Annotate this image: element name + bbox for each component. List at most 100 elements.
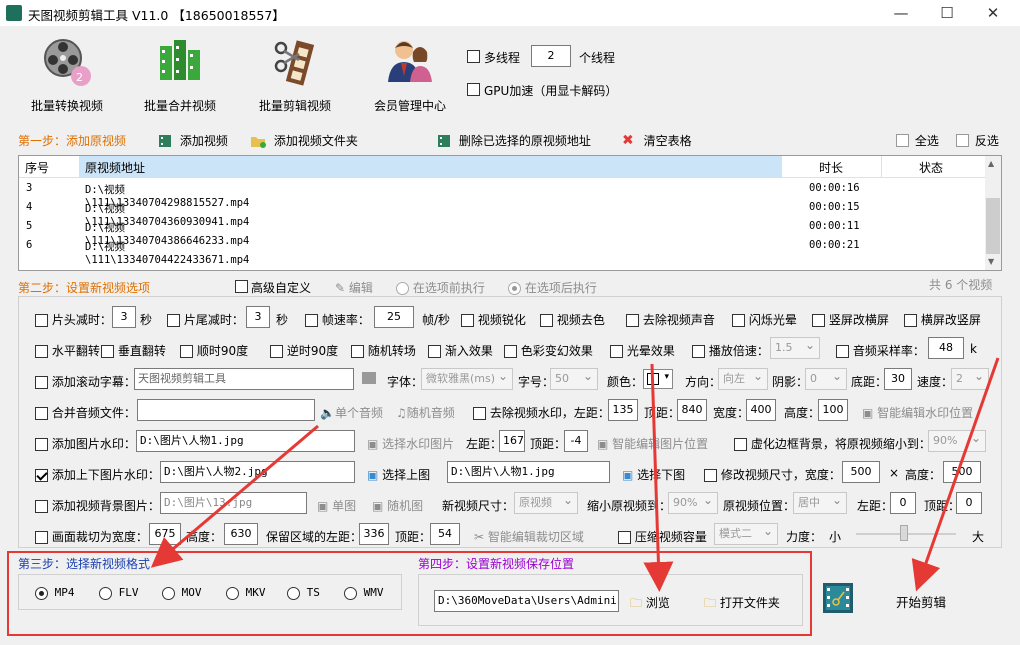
compress-option[interactable]: 压缩视频容量 xyxy=(618,528,707,545)
v2h-option[interactable]: 竖屏改横屏 xyxy=(812,311,889,328)
scroll-thumb[interactable] xyxy=(986,198,1000,254)
maximize-button[interactable]: ☐ xyxy=(924,0,970,26)
sub-speed-dropdown[interactable]: 2 xyxy=(951,366,989,390)
invert-select-button[interactable]: 反选 xyxy=(956,132,1006,149)
crop-width-input[interactable]: 675 xyxy=(149,523,181,545)
table-scrollbar[interactable]: ▲ ▼ xyxy=(985,156,1001,270)
single-audio-button[interactable]: 🔈单个音频 xyxy=(320,404,383,421)
edit-button[interactable]: ✎ 编辑 xyxy=(335,279,373,296)
updown-wm-option[interactable]: 添加上下图片水印： xyxy=(35,466,160,483)
scroll-sub-input[interactable]: 天图视频剪辑工具 xyxy=(134,368,354,390)
strength-slider-thumb[interactable] xyxy=(900,525,908,541)
hflip-option[interactable]: 水平翻转 xyxy=(35,342,100,359)
img-wm-path-input[interactable]: D:\图片\人物1.jpg xyxy=(136,430,355,452)
new-size-dropdown[interactable]: 原视频 xyxy=(514,490,578,514)
scroll-down-icon[interactable]: ▼ xyxy=(988,257,994,266)
select-up-button[interactable]: ▣ 选择上图 xyxy=(367,466,430,483)
h2v-option[interactable]: 横屏改竖屏 xyxy=(904,311,981,328)
smart-crop-button[interactable]: ✂ 智能编辑裁切区域 xyxy=(474,528,584,545)
close-button[interactable]: ✕ xyxy=(970,0,1016,26)
remove-wm-option[interactable]: 去除视频水印，左距： xyxy=(473,404,610,421)
header-no[interactable]: 序号 xyxy=(25,159,49,176)
merge-audio-input[interactable] xyxy=(137,399,315,421)
batch-edit-button[interactable]: 批量剪辑视频 xyxy=(245,36,345,114)
gpu-checkbox[interactable] xyxy=(467,82,480,96)
random-audio-button[interactable]: ♫随机音频 xyxy=(396,404,455,421)
sample-rate-input[interactable]: 48 xyxy=(928,337,964,359)
wm-height-input[interactable]: 100 xyxy=(818,399,848,421)
clear-table-button[interactable]: ✖ 清空表格 xyxy=(622,132,702,149)
remove-audio-option[interactable]: 去除视频声音 xyxy=(626,311,715,328)
random-trans-option[interactable]: 随机转场 xyxy=(351,342,416,359)
keep-left-input[interactable]: 336 xyxy=(359,523,389,545)
color-fx-option[interactable]: 色彩变幻效果 xyxy=(504,342,593,359)
bg-img-option[interactable]: 添加视频背景图片： xyxy=(35,497,160,514)
scroll-up-icon[interactable]: ▲ xyxy=(988,159,994,168)
fps-input[interactable]: 25 xyxy=(374,306,414,328)
img-wm-option[interactable]: 添加图片水印： xyxy=(35,435,136,452)
decolor-option[interactable]: 视频去色 xyxy=(540,311,605,328)
shrink-dropdown[interactable]: 90% xyxy=(668,490,718,514)
crop-height-input[interactable]: 630 xyxy=(224,523,258,545)
wm-width-input[interactable]: 400 xyxy=(746,399,776,421)
select-all-button[interactable]: 全选 xyxy=(896,132,946,149)
pos-dropdown[interactable]: 居中 xyxy=(793,490,847,514)
select-down-button[interactable]: ▣ 选择下图 xyxy=(622,466,685,483)
speed-dropdown[interactable]: 1.5 xyxy=(770,335,820,359)
fps-option[interactable]: 帧速率： xyxy=(305,311,370,328)
wm-top-input[interactable]: 840 xyxy=(677,399,707,421)
minimize-button[interactable]: — xyxy=(878,0,924,26)
member-center-button[interactable]: 会员管理中心 xyxy=(360,36,460,114)
random-img-button[interactable]: ▣ 随机图 xyxy=(372,497,423,514)
shadow-dropdown[interactable]: 0 xyxy=(805,366,847,390)
header-status[interactable]: 状态 xyxy=(919,159,943,176)
bg-top-input[interactable]: 0 xyxy=(956,492,982,514)
up-img-input[interactable]: D:\图片\人物2.jpg xyxy=(160,461,355,483)
subtitle-settings-icon[interactable] xyxy=(362,372,376,384)
tail-cut-option[interactable]: 片尾减时： xyxy=(167,311,244,328)
batch-convert-button[interactable]: 2 批量转换视频 xyxy=(17,36,117,114)
bottom-input[interactable]: 30 xyxy=(884,368,912,390)
tail-cut-input[interactable]: 3 xyxy=(246,306,270,328)
fade-in-option[interactable]: 渐入效果 xyxy=(428,342,493,359)
vflip-option[interactable]: 垂直翻转 xyxy=(101,342,166,359)
resize-width-input[interactable]: 500 xyxy=(842,461,880,483)
head-cut-option[interactable]: 片头减时： xyxy=(35,311,112,328)
wm-left-input[interactable]: 135 xyxy=(608,399,638,421)
thread-count-input[interactable]: 2 xyxy=(531,45,571,67)
bg-img-input[interactable]: D:\图片\13.jpg xyxy=(160,492,307,514)
merge-audio-option[interactable]: 合并音频文件： xyxy=(35,404,136,421)
light-fx-option[interactable]: 光晕效果 xyxy=(610,342,675,359)
img-left-input[interactable]: 1675 xyxy=(499,430,525,452)
start-edit-button[interactable]: 开始剪辑 xyxy=(896,592,946,611)
add-folder-button[interactable]: 添加视频文件夹 xyxy=(250,132,425,148)
batch-merge-button[interactable]: 批量合并视频 xyxy=(130,36,230,114)
font-dropdown[interactable]: 微软雅黑(ms) xyxy=(421,366,513,390)
compress-mode-dropdown[interactable]: 模式二 xyxy=(714,521,778,545)
ccw90-option[interactable]: 逆时90度 xyxy=(270,342,338,359)
video-table[interactable]: 序号 原视频地址 时长 状态 3 D:\视频\111\1334070429881… xyxy=(18,155,1002,271)
direction-dropdown[interactable]: 向左 xyxy=(718,366,768,390)
img-top-input[interactable]: -4 xyxy=(564,430,588,452)
flash-option[interactable]: 闪烁光晕 xyxy=(732,311,797,328)
film-clip-icon[interactable] xyxy=(822,582,854,614)
advanced-custom-checkbox[interactable] xyxy=(235,279,248,293)
size-dropdown[interactable]: 50 xyxy=(550,366,598,390)
sample-rate-option[interactable]: 音频采样率： xyxy=(836,342,925,359)
blur-bg-option[interactable]: 虚化边框背景，将原视频缩小到： xyxy=(734,435,931,452)
resize-option[interactable]: 修改视频尺寸，宽度： xyxy=(704,466,841,483)
multithread-checkbox[interactable] xyxy=(467,49,480,63)
after-exec-radio[interactable]: 在选项后执行 xyxy=(508,279,597,296)
color-picker[interactable]: ▾ xyxy=(643,369,673,389)
scroll-sub-option[interactable]: 添加滚动字幕： xyxy=(35,373,136,390)
resize-height-input[interactable]: 500 xyxy=(943,461,981,483)
smart-wm-button[interactable]: ▣ 智能编辑水印位置 xyxy=(862,404,973,421)
bg-left-input[interactable]: 0 xyxy=(890,492,916,514)
down-img-input[interactable]: D:\图片\人物1.jpg xyxy=(447,461,610,483)
head-cut-input[interactable]: 3 xyxy=(112,306,136,328)
blur-dropdown[interactable]: 90% xyxy=(928,428,986,452)
single-img-button[interactable]: ▣ 单图 xyxy=(317,497,356,514)
before-exec-radio[interactable]: 在选项前执行 xyxy=(396,279,485,296)
crop-option[interactable]: 画面裁切为宽度： xyxy=(35,528,148,545)
smart-img-button[interactable]: ▣ 智能编辑图片位置 xyxy=(597,435,708,452)
